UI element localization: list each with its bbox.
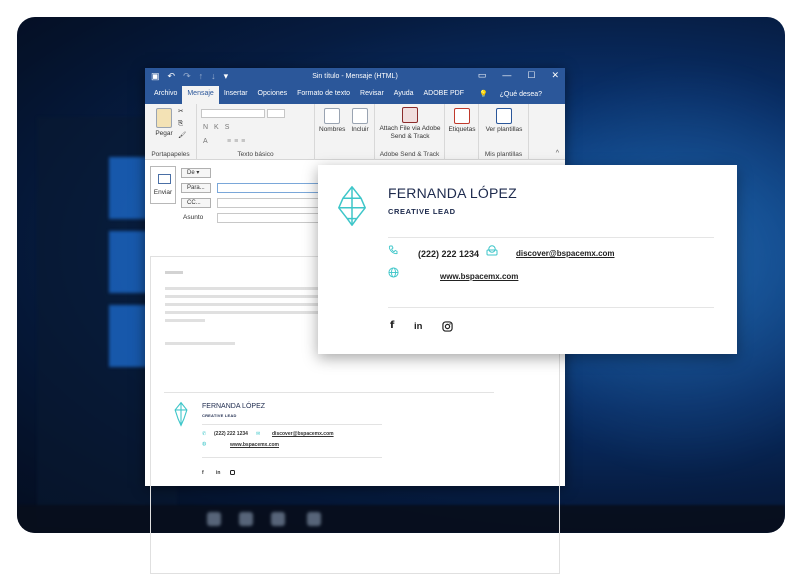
cc-button[interactable]: CC... [181,198,211,208]
body-text-line [165,319,205,322]
phone-icon [388,245,398,255]
tags-label: Etiquetas [448,126,476,133]
font-color-button[interactable]: A [203,138,208,145]
names-label: Nombres [319,126,346,133]
signature-phone-small: (222) 222 1234 [214,431,248,437]
instagram-icon[interactable] [442,321,453,332]
signature-email[interactable]: discover@bspacemx.com [516,249,615,258]
send-label: Enviar [153,189,173,196]
lightbulb-icon: 💡 [478,91,488,98]
group-adobe-send-track: Attach File via Adobe Send & Track Adobe… [375,104,445,160]
names-button[interactable]: Nombres [319,108,345,134]
linkedin-icon[interactable]: in [414,321,422,332]
facebook-icon-small[interactable]: f [202,470,204,476]
window-titlebar: ▣ ↶ ↷ ↑ ↓ ▾ Sin título - Mensaje (HTML) … [145,68,565,86]
tab-opciones[interactable]: Opciones [253,86,293,104]
linkedin-icon-small[interactable]: in [216,470,220,476]
view-templates-label: Ver plantillas [485,126,523,133]
include-label: Incluir [351,126,369,133]
adobe-attach-icon [402,107,418,123]
signature-website[interactable]: www.bspacemx.com [440,272,518,281]
signature-preview-small: FERNANDA LÓPEZ CREATIVE LEAD ✆ (222) 222… [164,392,494,492]
signature-role-small: CREATIVE LEAD [202,413,237,418]
clipboard-group-label: Portapapeles [151,151,190,158]
templates-group-label: Mis plantillas [484,151,523,158]
group-names: Nombres Incluir [315,104,375,160]
email-icon [486,245,498,256]
tab-revisar[interactable]: Revisar [355,86,389,104]
signature-email-small[interactable]: discover@bspacemx.com [272,431,334,437]
group-my-templates: Ver plantillas Mis plantillas [479,104,529,160]
signature-role: CREATIVE LEAD [388,207,456,216]
signature-name-small: FERNANDA LÓPEZ [202,403,266,410]
facebook-icon[interactable]: f [390,320,394,331]
tab-adobe-pdf[interactable]: ADOBE PDF [419,86,469,104]
address-book-icon [324,108,340,124]
attach-icon [352,108,368,124]
divider [202,424,382,425]
from-label: De [187,170,195,176]
minimize-icon[interactable]: — [502,70,511,81]
body-text-line [165,342,235,345]
signature-name: FERNANDA LÓPEZ [388,185,517,201]
basic-text-group-label: Texto básico [237,151,274,158]
tab-mensaje[interactable]: Mensaje [182,86,219,104]
divider [388,307,714,308]
font-family-select[interactable] [201,109,265,118]
tab-tell-me[interactable]: 💡 ¿Qué desea? [469,86,552,104]
group-texto-basico: NKS A ≡≡≡ Texto básico [197,104,315,160]
tab-formato-texto[interactable]: Formato de texto [292,86,355,104]
ribbon: Pegar ✂ ⎘ 🖌 Portapapeles NKS A ≡≡≡ Texto… [145,104,565,160]
logo-icon [174,401,188,427]
templates-icon [496,108,512,124]
view-templates-button[interactable]: Ver plantillas [485,108,523,134]
tell-me-label: ¿Qué desea? [499,91,543,98]
clipboard-icon [156,108,172,128]
body-text-line [165,271,183,274]
signature-card: FERNANDA LÓPEZ CREATIVE LEAD (222) 222 1… [318,165,737,354]
paste-button[interactable]: Pegar [151,108,177,138]
globe-icon [388,267,399,278]
globe-icon-small: ◍ [202,441,207,447]
include-button[interactable]: Incluir [347,108,373,134]
bold-italic-underline-buttons[interactable]: NKS [203,124,235,131]
window-controls: ▭ — ☐ ✕ [478,70,559,81]
ribbon-tabs: Archivo Mensaje Insertar Opciones Format… [145,86,565,104]
to-button[interactable]: Para... [181,183,211,193]
tab-insertar[interactable]: Insertar [219,86,253,104]
group-tags: Etiquetas [445,104,479,160]
collapse-ribbon-icon[interactable]: ^ [556,150,559,157]
from-button[interactable]: De ▾ [181,168,211,178]
subject-label: Asunto [183,214,204,221]
from-field [217,168,327,178]
font-size-select[interactable] [267,109,285,118]
cut-icon[interactable]: ✂ [178,108,183,116]
copy-icon[interactable]: ⎘ [178,120,183,128]
tab-archivo[interactable]: Archivo [149,86,182,104]
paste-label: Pegar [155,130,173,137]
email-icon-small: ✉ [256,431,261,437]
phone-icon-small: ✆ [202,431,207,437]
logo-icon [338,186,366,226]
tags-button[interactable]: Etiquetas [447,108,477,134]
close-icon[interactable]: ✕ [551,70,559,81]
signature-website-small[interactable]: www.bspacemx.com [230,442,279,448]
group-portapapeles: Pegar ✂ ⎘ 🖌 Portapapeles [145,104,197,160]
tab-ayuda[interactable]: Ayuda [389,86,419,104]
flag-icon [454,108,470,124]
attach-file-adobe-button[interactable]: Attach File via Adobe Send & Track [377,107,443,141]
maximize-icon[interactable]: ☐ [527,70,535,81]
send-button[interactable]: Enviar [150,166,176,204]
instagram-icon-small[interactable] [230,470,235,475]
align-buttons[interactable]: ≡≡≡ [227,138,248,145]
attach-file-label: Attach File via Adobe Send & Track [379,125,441,140]
ribbon-display-icon[interactable]: ▭ [478,70,487,81]
divider [388,237,714,238]
divider [202,457,382,458]
adobe-group-label: Adobe Send & Track [379,151,440,158]
format-painter-icon[interactable]: 🖌 [178,132,186,140]
signature-phone: (222) 222 1234 [418,249,480,259]
